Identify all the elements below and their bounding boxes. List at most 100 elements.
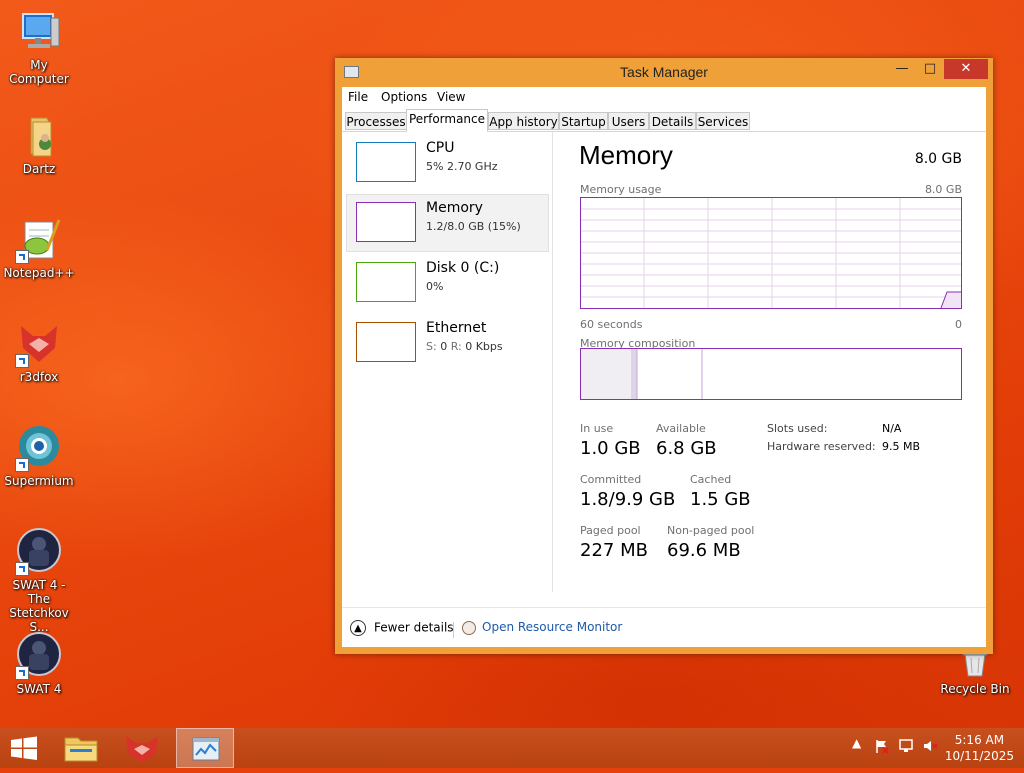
memory-usage-max: 8.0 GB [924,183,962,196]
volume-muted-icon[interactable] [922,738,938,757]
memory-usage-graph [580,197,962,309]
taskbar: ▲ 5:16 AM 10/11/2025 [0,728,1024,768]
clock[interactable]: 5:16 AM 10/11/2025 [945,732,1014,764]
desktop-icon-swat4-tsk[interactable]: SWAT 4 - The Stetchkov S... [0,528,78,634]
network-icon[interactable] [898,738,914,757]
receive-label: R: [450,340,462,353]
resource-cpu[interactable]: CPU 5% 2.70 GHz [346,134,549,192]
committed-label: Committed [580,473,642,486]
r3dfox-icon [126,736,158,763]
start-icon [11,736,37,760]
desktop-icon-label: SWAT 4 [16,682,62,696]
desktop-icon-label: SWAT 4 - The Stetchkov S... [9,578,69,634]
footer-divider [453,622,454,638]
send-label: S: [426,340,437,353]
in-use-label: In use [580,422,614,435]
shortcut-arrow-icon [15,562,29,576]
menu-options[interactable]: Options [381,90,427,104]
graph-time-right: 0 [955,318,962,331]
cached-label: Cached [690,473,732,486]
maximize-button[interactable]: □ [917,59,943,79]
memory-details: Memory 8.0 GB Memory usage 8.0 GB 60 sec… [553,132,986,592]
tab-details[interactable]: Details [649,112,696,130]
menu-view[interactable]: View [437,90,465,104]
non-paged-pool-label: Non-paged pool [667,524,755,537]
in-use-value: 1.0 GB [580,438,641,459]
shortcut-arrow-icon [15,250,29,264]
resource-list: CPU 5% 2.70 GHz Memory 1.2/8.0 GB (15%) … [342,132,553,592]
tab-app-history[interactable]: App history [488,112,559,130]
cached-value: 1.5 GB [690,489,751,510]
desktop-icon-label: Supermium [4,474,74,488]
committed-value: 1.8/9.9 GB [580,489,676,510]
desktop-icon-label: r3dfox [19,370,59,384]
menu-bar: File Options View [342,87,986,107]
ethernet-mini-graph [356,322,416,362]
open-resource-monitor-link[interactable]: Open Resource Monitor [462,620,622,635]
task-manager-window: Task Manager — □ ✕ File Options View Pro… [335,58,993,654]
action-center-flag-icon[interactable] [874,738,890,757]
window-client: File Options View Processes Performance … [342,87,986,647]
resource-name: Disk 0 (C:) [426,260,500,276]
tab-services[interactable]: Services [696,112,750,130]
desktop-icon-notepadpp[interactable]: Notepad++ [0,216,78,280]
memory-usage-label: Memory usage [580,183,662,196]
hardware-reserved-label: Hardware reserved: [767,440,876,453]
tab-users[interactable]: Users [608,112,649,130]
fewer-details-button[interactable]: ▲ Fewer details [350,620,454,636]
desktop-icon-supermium[interactable]: Supermium [0,424,78,488]
paged-pool-label: Paged pool [580,524,641,537]
close-button[interactable]: ✕ [944,59,988,79]
resource-sub: 5% 2.70 GHz [426,160,498,173]
shortcut-arrow-icon [15,354,29,368]
start-button[interactable] [0,728,48,768]
desktop-icon-label: Dartz [22,162,56,176]
clock-time: 5:16 AM [954,733,1005,747]
resource-disk[interactable]: Disk 0 (C:) 0% [346,254,549,312]
menu-file[interactable]: File [348,90,368,104]
desktop-icon-swat4[interactable]: SWAT 4 [0,632,78,696]
desktop-icon-my-computer[interactable]: My Computer [0,8,78,86]
notepadpp-icon [15,216,63,264]
resource-sub: 1.2/8.0 GB (15%) [426,220,521,233]
resource-name: Memory [426,200,483,216]
taskbar-r3dfox[interactable] [118,728,166,768]
memory-title: Memory [579,140,673,170]
memory-total: 8.0 GB [914,151,962,167]
resource-monitor-icon [462,620,476,635]
tab-processes[interactable]: Processes [345,112,407,130]
fewer-details-label: Fewer details [374,620,454,635]
desktop-icon-label: Recycle Bin [940,682,1010,696]
disk-mini-graph [356,262,416,302]
non-paged-pool-value: 69.6 MB [667,540,741,561]
resource-memory[interactable]: Memory 1.2/8.0 GB (15%) [346,194,549,252]
shortcut-arrow-icon [15,458,29,472]
shortcut-arrow-icon [15,666,29,680]
resource-name: Ethernet [426,320,487,336]
receive-value: 0 Kbps [465,340,503,353]
resource-ethernet[interactable]: Ethernet S: 0 R: 0 Kbps [346,314,549,372]
taskbar-file-explorer[interactable] [58,728,104,768]
tab-startup[interactable]: Startup [559,112,608,130]
cpu-mini-graph [356,142,416,182]
tab-performance[interactable]: Performance [406,109,488,132]
clock-date: 10/11/2025 [944,749,1014,763]
task-manager-icon [192,737,220,761]
folder-icon [15,112,63,160]
minimize-button[interactable]: — [889,59,915,79]
memory-composition-bar [580,348,962,400]
graph-time-left: 60 seconds [580,318,643,331]
footer: ▲ Fewer details Open Resource Monitor [342,607,986,648]
supermium-icon [15,424,63,472]
resource-name: CPU [426,140,455,156]
file-explorer-icon [64,737,98,762]
hardware-reserved-value: 9.5 MB [882,440,921,453]
available-label: Available [656,422,706,435]
taskbar-task-manager[interactable] [176,728,234,768]
show-hidden-icons-button[interactable]: ▲ [852,736,861,750]
chevron-up-icon: ▲ [350,620,366,636]
desktop-icon-r3dfox[interactable]: r3dfox [0,320,78,384]
open-resource-monitor-label: Open Resource Monitor [482,620,623,634]
desktop-icon-dartz[interactable]: Dartz [0,112,78,176]
title-bar[interactable]: Task Manager — □ ✕ [335,58,993,86]
